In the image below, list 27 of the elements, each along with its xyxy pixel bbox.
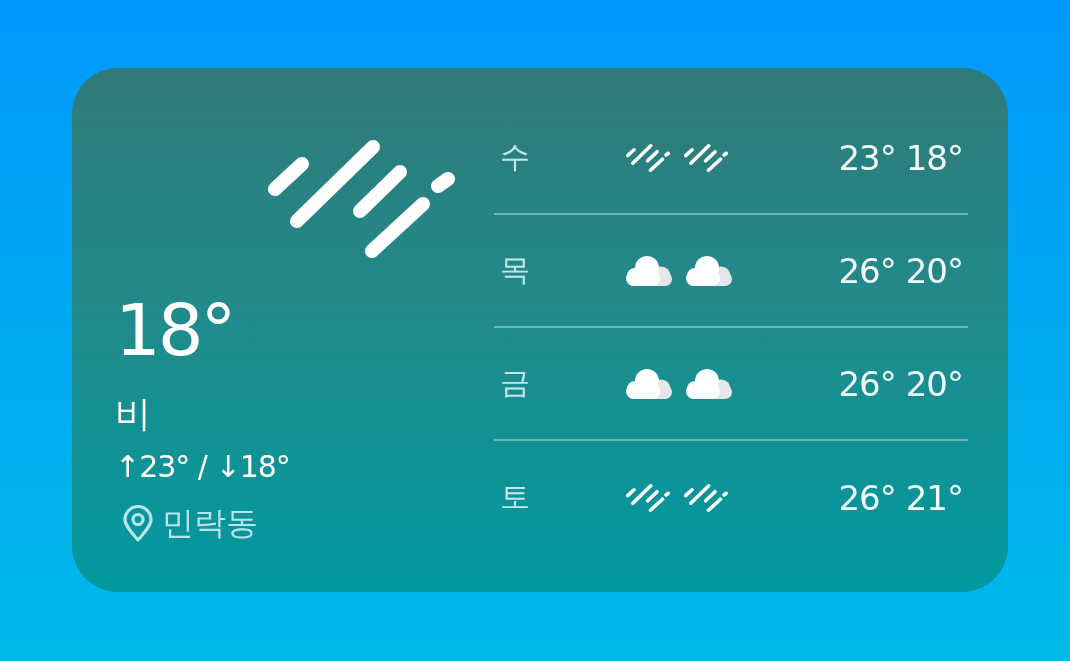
high-temperature: 26° xyxy=(838,477,896,518)
current-temperature: 18° xyxy=(115,294,234,366)
low-temperature: 20° xyxy=(905,250,963,291)
location-pin-icon xyxy=(122,504,154,543)
rain-icon xyxy=(626,483,670,512)
forecast-day: 토 xyxy=(494,477,626,518)
forecast-day: 목 xyxy=(494,250,626,291)
rain-icon xyxy=(684,143,728,172)
cloud-icon xyxy=(626,368,672,399)
cloud-icon xyxy=(686,368,732,399)
low-temperature: 20° xyxy=(905,363,963,404)
cloud-icon xyxy=(626,255,672,286)
high-low-temperature: ↑23° / ↓18° xyxy=(115,449,290,483)
rain-icon xyxy=(684,483,728,512)
location-name: 민락동 xyxy=(162,506,258,542)
rain-icon xyxy=(268,140,455,258)
high-temperature: 26° xyxy=(838,363,896,404)
high-temperature: 26° xyxy=(838,250,896,291)
forecast-day: 수 xyxy=(494,137,626,178)
forecast-day: 금 xyxy=(494,363,626,404)
high-temperature: 23° xyxy=(838,137,896,178)
rain-icon xyxy=(626,143,670,172)
cloud-icon xyxy=(686,255,732,286)
weather-widget[interactable]: 18° 비 ↑23° / ↓18° 민락동 수 23° 18° 목 26° 20° 금 26° 20° 토 26° 21° xyxy=(72,68,1008,592)
weather-condition: 비 xyxy=(115,394,151,434)
low-temperature: 21° xyxy=(905,477,963,518)
low-temperature: 18° xyxy=(905,137,963,178)
